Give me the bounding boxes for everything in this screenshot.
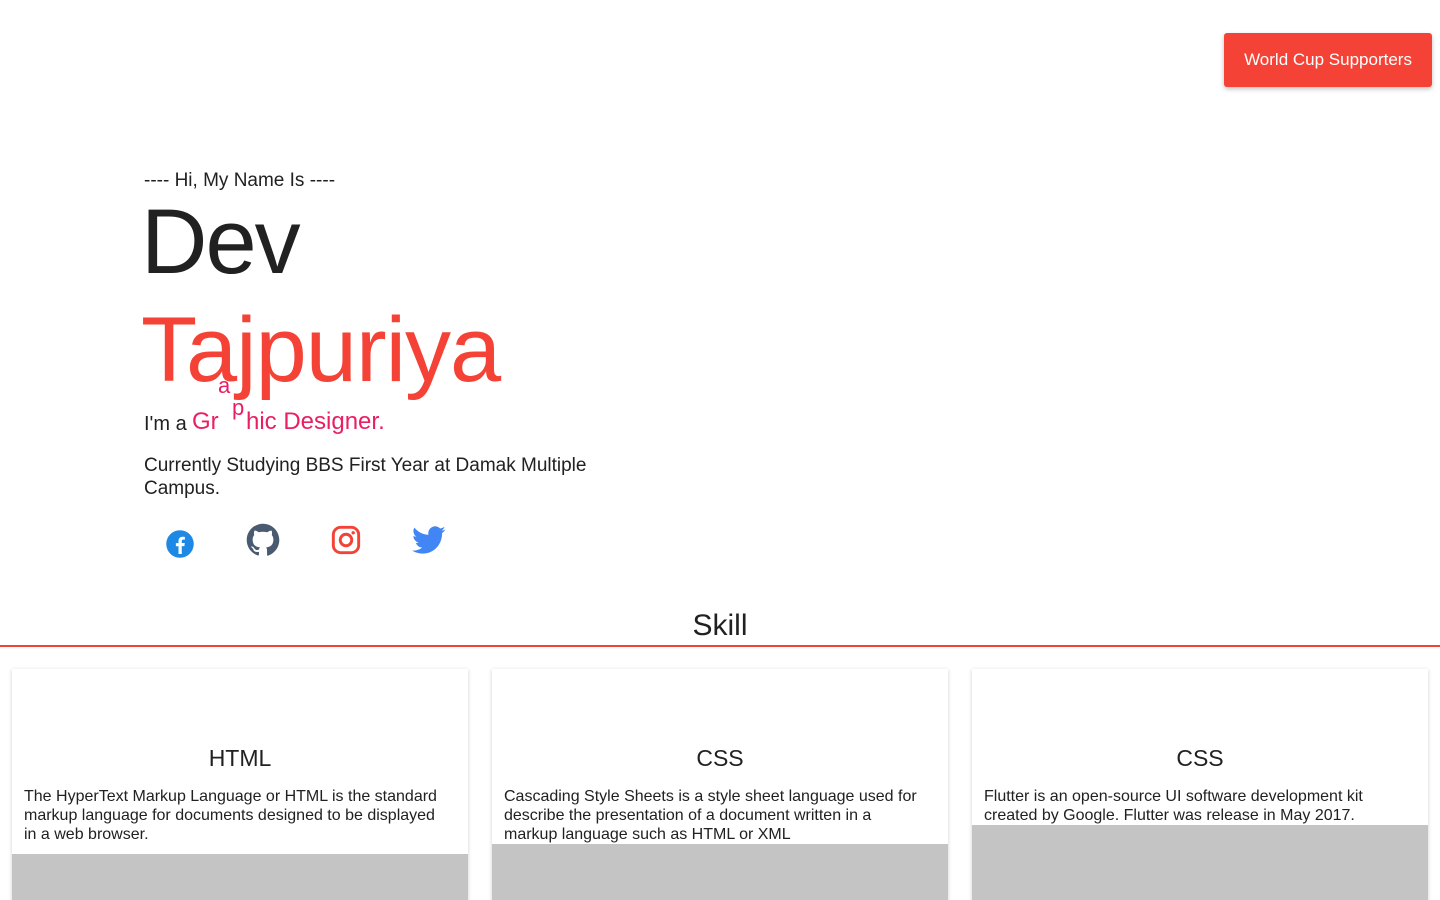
skill-card-description: The HyperText Markup Language or HTML is… xyxy=(24,788,437,843)
skill-card-description: Flutter is an open-source UI software de… xyxy=(984,788,1363,824)
skill-card: HTML The HyperText Markup Language or HT… xyxy=(12,669,468,900)
skill-section-title: Skill xyxy=(692,609,748,642)
role-text-part: hic Designer. xyxy=(246,408,385,435)
study-text: Currently Studying BBS First Year at Dam… xyxy=(144,455,587,499)
section-divider xyxy=(0,645,1440,647)
skill-card-image xyxy=(972,825,1428,900)
role-text-part: Gr xyxy=(192,408,219,435)
intro-text: ---- Hi, My Name Is ---- xyxy=(144,170,336,191)
last-name: Tajpuriya xyxy=(141,299,501,401)
skill-card-title: HTML xyxy=(208,745,272,771)
skill-card: CSS Flutter is an open-source UI softwar… xyxy=(972,669,1428,900)
role-text-part: a xyxy=(218,373,231,398)
world-cup-supporters-button[interactable]: World Cup Supporters xyxy=(1224,33,1432,87)
twitter-icon xyxy=(412,526,446,554)
github-icon xyxy=(246,523,280,556)
instagram-icon xyxy=(331,525,361,555)
skill-card-title: CSS xyxy=(1176,745,1224,771)
skill-card-image xyxy=(492,844,948,900)
role-line: I'm a Gr a p hic Designer. xyxy=(144,373,544,440)
first-name: Dev xyxy=(141,191,301,293)
github-link[interactable] xyxy=(243,520,283,560)
skill-card-title: CSS xyxy=(696,745,744,771)
twitter-link[interactable] xyxy=(409,520,449,560)
skill-card-image xyxy=(12,854,468,900)
facebook-link[interactable] xyxy=(160,524,200,564)
skill-card-description: Cascading Style Sheets is a style sheet … xyxy=(504,788,917,843)
role-text-part: p xyxy=(232,395,245,420)
facebook-icon xyxy=(166,530,194,558)
page: World Cup Supporters ---- Hi, My Name Is… xyxy=(0,0,1440,900)
instagram-link[interactable] xyxy=(326,520,366,560)
role-prefix: I'm a xyxy=(144,413,187,435)
skill-card: CSS Cascading Style Sheets is a style sh… xyxy=(492,669,948,900)
